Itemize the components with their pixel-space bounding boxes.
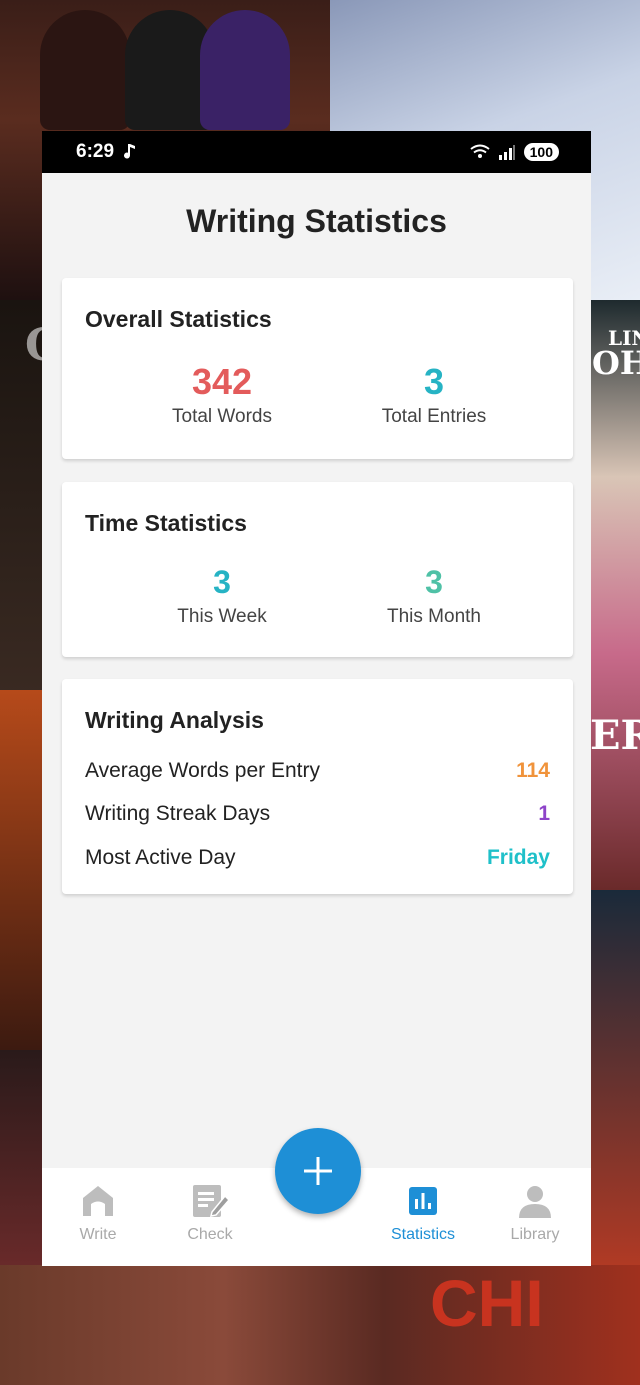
phone-screen: 6:29 100 Writing Statistics Overall Stat… (42, 131, 591, 1266)
nav-item-write[interactable]: Write (42, 1168, 154, 1266)
analysis-row-value: Friday (486, 846, 550, 869)
person-icon (519, 1186, 551, 1218)
nav-item-library[interactable]: Library (479, 1168, 591, 1266)
home-icon (83, 1186, 113, 1216)
bar-chart-icon (409, 1187, 437, 1215)
analysis-row-value: 114 (516, 759, 550, 782)
plus-icon (304, 1157, 332, 1185)
analysis-row: Writing Streak Days 1 (85, 802, 550, 826)
status-time: 6:29 (76, 141, 115, 162)
analysis-row-label: Most Active Day (85, 846, 236, 869)
nav-label: Check (187, 1226, 233, 1243)
total-entries-value: 3 (423, 361, 445, 402)
total-words-value: 342 (191, 361, 253, 402)
writing-analysis-card: Writing Analysis Average Words per Entry… (62, 679, 573, 894)
background-text: CHI (430, 1266, 544, 1340)
nav-item-check[interactable]: Check (154, 1168, 266, 1266)
card-title: Time Statistics (85, 510, 247, 536)
nav-label: Library (510, 1226, 560, 1243)
total-words-label: Total Words (172, 406, 272, 427)
page-title: Writing Statistics (186, 203, 447, 239)
analysis-row-label: Writing Streak Days (85, 802, 271, 825)
analysis-row-value: 1 (538, 802, 550, 825)
edit-note-icon (193, 1185, 230, 1217)
this-week-label: This Week (177, 606, 267, 627)
background-poster-6 (590, 890, 640, 1270)
this-week-stat: 3 This Week (112, 562, 332, 628)
background-text: OH (592, 344, 640, 382)
this-month-label: This Month (387, 606, 481, 627)
total-entries-label: Total Entries (381, 406, 487, 427)
wifi-icon (470, 144, 490, 158)
signal-icon (498, 145, 515, 160)
this-month-stat: 3 This Month (324, 562, 544, 628)
background-text: ER (590, 712, 640, 759)
background-poster-3: C (0, 300, 60, 700)
this-month-value: 3 (425, 564, 443, 600)
background-poster-7 (0, 1050, 45, 1270)
background-poster-8: CHI (0, 1265, 640, 1385)
nav-label: Statistics (390, 1226, 455, 1243)
this-week-value: 3 (213, 564, 231, 600)
background-poster-4: LIN OH ER (590, 300, 640, 890)
add-entry-button[interactable] (275, 1128, 361, 1214)
analysis-row-label: Average Words per Entry (85, 759, 320, 782)
total-words-stat: 342 Total Words (112, 362, 332, 428)
total-entries-stat: 3 Total Entries (324, 362, 544, 428)
nav-label: Write (79, 1226, 117, 1243)
battery-indicator: 100 (523, 143, 559, 161)
background-poster-5 (0, 690, 45, 1050)
analysis-row: Most Active Day Friday (85, 846, 550, 870)
overall-statistics-card: Overall Statistics 342 Total Words 3 Tot… (62, 278, 573, 459)
status-bar: 6:29 100 (42, 131, 591, 173)
card-title: Writing Analysis (85, 707, 264, 733)
card-title: Overall Statistics (85, 306, 272, 332)
time-statistics-card: Time Statistics 3 This Week 3 This Month (62, 482, 573, 657)
nav-item-statistics[interactable]: Statistics (367, 1168, 479, 1266)
analysis-row: Average Words per Entry 114 (85, 759, 550, 783)
music-note-icon (124, 144, 136, 159)
